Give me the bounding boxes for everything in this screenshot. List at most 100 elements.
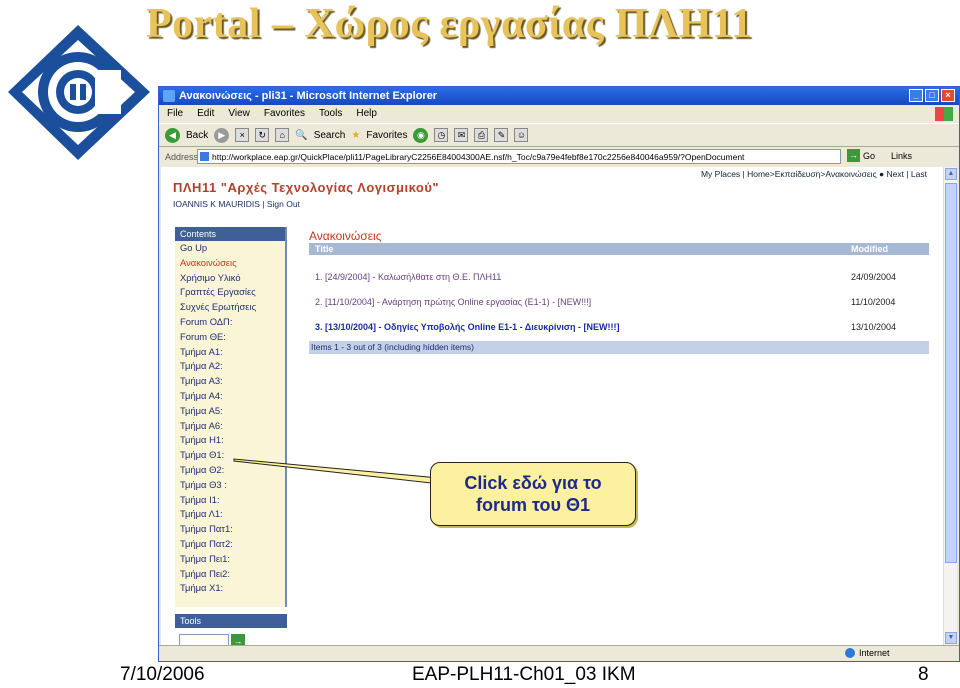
vertical-scrollbar[interactable]: ▲ ▼ <box>943 167 957 645</box>
windows-flag-icon <box>935 107 953 121</box>
sidebar-item[interactable]: Τμήμα Θ3 : <box>175 478 285 493</box>
table-row[interactable]: 3. [13/10/2004] - Οδηγίες Υποβολής Onlin… <box>309 320 929 334</box>
sidebar-item[interactable]: Go Up <box>175 241 285 256</box>
sidebar-item[interactable]: Τμήμα Η1: <box>175 433 285 448</box>
top-navigation[interactable]: My Places | Home>Εκπαίδευση>Ανακοινώσεις… <box>701 169 927 179</box>
tools-go-icon[interactable]: → <box>231 634 245 645</box>
tools-panel: Tools → <box>175 614 287 645</box>
column-modified[interactable]: Modified <box>851 243 888 255</box>
sidebar-item[interactable]: Τμήμα Α2: <box>175 359 285 374</box>
menu-help[interactable]: Help <box>356 105 377 123</box>
go-button[interactable]: → Go <box>847 149 875 162</box>
menu-file[interactable]: File <box>167 105 183 123</box>
sidebar-item[interactable]: Τμήμα Α5: <box>175 404 285 419</box>
search-button[interactable]: Search <box>314 130 346 141</box>
window-titlebar[interactable]: Ανακοινώσεις - pli31 - Microsoft Interne… <box>159 87 959 105</box>
sidebar-item[interactable]: Τμήμα Πει2: <box>175 567 285 582</box>
messenger-icon[interactable]: ☺ <box>514 128 529 142</box>
zone-indicator: Internet <box>845 648 890 658</box>
sidebar-item[interactable]: Τμήμα Α3: <box>175 374 285 389</box>
maximize-button[interactable]: □ <box>925 89 939 102</box>
menu-tools[interactable]: Tools <box>319 105 342 123</box>
course-title: ΠΛΗ11 "Αρχές Τεχνολογίας Λογισμικού" <box>173 180 440 195</box>
sidebar-item[interactable]: Ανακοινώσεις <box>175 256 285 271</box>
sidebar-item[interactable]: Τμήμα Χ1: <box>175 581 285 596</box>
column-title[interactable]: Title <box>315 243 333 255</box>
sidebar-header: Contents <box>175 227 285 241</box>
table-header: Title Modified <box>309 243 929 255</box>
row-title-link[interactable]: 2. [11/10/2004] - Ανάρτηση πρώτης Online… <box>315 295 591 309</box>
sidebar-item[interactable]: Χρήσιμο Υλικό <box>175 271 285 286</box>
close-button[interactable]: × <box>941 89 955 102</box>
row-date: 11/10/2004 <box>851 297 896 307</box>
sidebar-item[interactable]: Τμήμα Πατ1: <box>175 522 285 537</box>
page-icon <box>200 152 209 161</box>
scroll-down-icon[interactable]: ▼ <box>945 632 957 644</box>
table-row[interactable]: 2. [11/10/2004] - Ανάρτηση πρώτης Online… <box>309 295 929 309</box>
sidebar-contents: Contents Go Up Ανακοινώσεις Χρήσιμο Υλικό Γ… <box>175 227 287 607</box>
mail-icon[interactable]: ✉ <box>454 128 469 142</box>
stop-icon[interactable]: × <box>235 128 250 142</box>
status-bar: Internet <box>159 645 959 661</box>
window-title: Ανακοινώσεις - pli31 - Microsoft Interne… <box>179 90 438 102</box>
forward-arrow-icon[interactable]: ▶ <box>214 127 230 143</box>
sidebar-item[interactable]: Τμήμα Πει1: <box>175 552 285 567</box>
sidebar-item[interactable]: Τμήμα Ι1: <box>175 493 285 508</box>
sidebar-item[interactable]: Forum ΟΔΠ: <box>175 315 285 330</box>
refresh-icon[interactable]: ↻ <box>255 128 270 142</box>
sidebar-list: Go Up Ανακοινώσεις Χρήσιμο Υλικό Γραπτές Ερ… <box>175 241 285 596</box>
sidebar-item[interactable]: Γραπτές Εργασίες <box>175 285 285 300</box>
go-label: Go <box>863 150 876 161</box>
callout-line-1: Click εδώ για το <box>464 473 602 493</box>
slide-title: Portal – Χώρος εργασίας ΠΛΗ11 <box>146 1 753 47</box>
user-signout-line[interactable]: IOANNIS K MAURIDIS | Sign Out <box>173 199 300 209</box>
browser-window: Ανακοινώσεις - pli31 - Microsoft Interne… <box>158 86 960 662</box>
toolbar: ◀ Back ▶ × ↻ ⌂ 🔍 Search ★ Favorites ◉ ◷ … <box>159 123 959 147</box>
menu-bar: File Edit View Favorites Tools Help <box>159 105 959 123</box>
section-title: Ανακοινώσεις <box>309 229 382 243</box>
minimize-button[interactable]: _ <box>909 89 923 102</box>
favorites-button[interactable]: Favorites <box>366 130 407 141</box>
history-icon[interactable]: ◷ <box>434 128 449 142</box>
sidebar-item[interactable]: Συχνές Ερωτήσεις <box>175 300 285 315</box>
sidebar-item[interactable]: Τμήμα Θ2: <box>175 463 285 478</box>
print-icon[interactable]: ⎙ <box>474 128 489 142</box>
row-title-link[interactable]: 1. [24/9/2004] - Καλωσήλθατε στη Θ.Ε. ΠΛ… <box>315 270 501 284</box>
menu-edit[interactable]: Edit <box>197 105 214 123</box>
sidebar-item[interactable]: Τμήμα Α4: <box>175 389 285 404</box>
globe-icon <box>845 648 855 658</box>
row-date: 13/10/2004 <box>851 322 897 332</box>
menu-favorites[interactable]: Favorites <box>264 105 305 123</box>
sidebar-item[interactable]: Τμήμα Θ1: <box>175 448 285 463</box>
home-icon[interactable]: ⌂ <box>275 128 290 142</box>
address-input[interactable]: http://workplace.eap.gr/QuickPlace/pli11… <box>197 149 841 164</box>
sidebar-item[interactable]: Τμήμα Α1: <box>175 345 285 360</box>
scroll-up-icon[interactable]: ▲ <box>945 168 957 180</box>
tools-search-input[interactable] <box>179 634 229 645</box>
sidebar-item[interactable]: Forum ΘΕ: <box>175 330 285 345</box>
address-bar: Address http://workplace.eap.gr/QuickPla… <box>159 147 959 167</box>
scroll-thumb[interactable] <box>945 183 957 563</box>
zone-label: Internet <box>859 648 890 658</box>
edit-icon[interactable]: ✎ <box>494 128 509 142</box>
go-arrow-icon: → <box>847 149 860 162</box>
sidebar-item[interactable]: Τμήμα Λ1: <box>175 507 285 522</box>
menu-view[interactable]: View <box>228 105 250 123</box>
favorites-star-icon[interactable]: ★ <box>351 130 360 141</box>
table-footer: Items 1 - 3 out of 3 (including hidden i… <box>309 341 929 354</box>
footer-course-code: EAP-PLH11-Ch01_03 IKM <box>412 664 636 685</box>
back-button[interactable]: Back <box>186 130 208 141</box>
callout-box: Click εδώ για το forum του Θ1 <box>430 462 636 526</box>
sidebar-item[interactable]: Τμήμα Α6: <box>175 419 285 434</box>
footer-date: 7/10/2006 <box>120 664 205 685</box>
callout-line-2: forum του Θ1 <box>475 495 590 515</box>
links-button[interactable]: Links <box>891 151 912 161</box>
search-icon[interactable]: 🔍 <box>295 130 307 141</box>
back-arrow-icon[interactable]: ◀ <box>165 127 180 143</box>
media-icon[interactable]: ◉ <box>413 127 429 143</box>
sidebar-item[interactable]: Τμήμα Πατ2: <box>175 537 285 552</box>
table-row[interactable]: 1. [24/9/2004] - Καλωσήλθατε στη Θ.Ε. ΠΛ… <box>309 270 929 284</box>
row-title-link[interactable]: 3. [13/10/2004] - Οδηγίες Υποβολής Onlin… <box>315 320 620 334</box>
address-label: Address <box>165 152 199 162</box>
row-date: 24/09/2004 <box>851 272 897 282</box>
